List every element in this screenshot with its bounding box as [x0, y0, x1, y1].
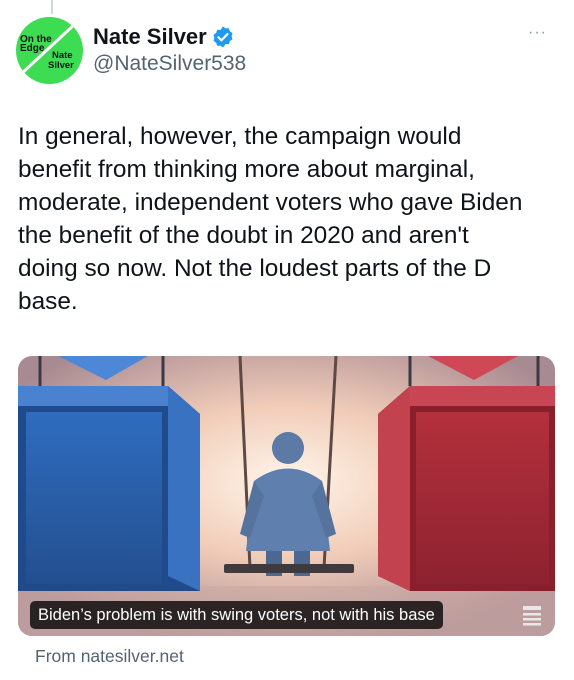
- author-name[interactable]: Nate Silver: [93, 24, 207, 50]
- tweet-text: In general, however, the campaign would …: [18, 123, 523, 315]
- card-caption: Biden’s problem is with swing voters, no…: [30, 601, 443, 629]
- card-source-link[interactable]: From natesilver.net: [35, 646, 184, 667]
- more-options-button[interactable]: ···: [528, 24, 547, 42]
- card-image: [18, 356, 555, 636]
- thread-connector-line: [51, 0, 53, 14]
- verified-badge-icon: [213, 26, 233, 48]
- link-card[interactable]: Biden’s problem is with swing voters, no…: [18, 356, 555, 636]
- article-icon: [523, 606, 541, 626]
- avatar[interactable]: On the Edge Nate Silver: [16, 17, 83, 84]
- author-handle[interactable]: @NateSilver538: [93, 52, 246, 76]
- avatar-text-line-4: Silver: [48, 60, 74, 71]
- avatar-text-line-2: Edge: [20, 43, 45, 54]
